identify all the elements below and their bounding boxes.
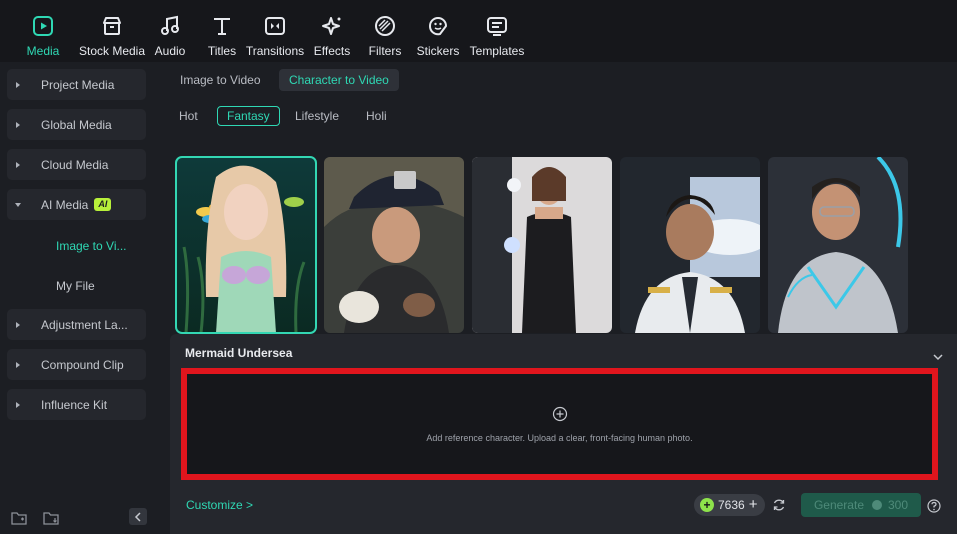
- sidebar-item-label: AI Media: [41, 197, 89, 212]
- music-note-icon: [158, 14, 182, 38]
- chevron-down-icon[interactable]: [933, 348, 943, 366]
- character-panel: Mermaid Undersea Add reference character…: [170, 334, 957, 534]
- firefighter-thumbnail[interactable]: [324, 157, 464, 333]
- stickers-tab-label: Stickers: [416, 44, 460, 58]
- upload-dropzone[interactable]: Add reference character. Upload a clear,…: [181, 368, 938, 480]
- category-holi[interactable]: Holi: [357, 106, 396, 126]
- sidebar-item-project-media[interactable]: Project Media: [7, 69, 146, 100]
- sidebar-footer: [0, 508, 158, 528]
- sidebar: Project Media Global Media Cloud Media A…: [0, 62, 158, 534]
- sidebar-item-cloud-media[interactable]: Cloud Media: [7, 149, 146, 180]
- sidebar-item-label: Compound Clip: [41, 357, 124, 372]
- filters-tab-label: Filters: [368, 44, 402, 58]
- stickers-tab[interactable]: Stickers: [416, 0, 460, 62]
- sidebar-item-label: Cloud Media: [41, 157, 109, 172]
- audio-tab[interactable]: Audio: [150, 0, 190, 62]
- templates-icon: [485, 14, 509, 38]
- sidebar-subitem-image-to-video[interactable]: Image to Vi...: [56, 239, 126, 253]
- cyborg-thumbnail[interactable]: [768, 157, 908, 333]
- audio-tab-label: Audio: [154, 44, 186, 58]
- media-tab[interactable]: Media: [21, 0, 65, 62]
- generate-cost: 300: [888, 498, 909, 512]
- main-content: Image to Video Character to Video Hot Fa…: [165, 62, 957, 534]
- ai-badge: AI: [94, 198, 112, 211]
- stock-media-icon: [100, 14, 124, 38]
- coin-icon: [872, 500, 882, 510]
- pilot-thumbnail[interactable]: [620, 157, 760, 333]
- expand-arrow-icon: [16, 161, 20, 168]
- titles-tab[interactable]: Titles: [205, 0, 239, 62]
- top-toolbar: Media Stock Media Audio Titles Transitio…: [0, 0, 957, 62]
- help-icon[interactable]: [927, 499, 941, 518]
- expand-arrow-icon: [16, 81, 20, 88]
- sidebar-item-influence-kit[interactable]: Influence Kit: [7, 389, 146, 420]
- stock-media-tab[interactable]: Stock Media: [74, 0, 150, 62]
- expand-arrow-icon: [16, 121, 20, 128]
- category-fantasy[interactable]: Fantasy: [217, 106, 280, 126]
- sidebar-item-label: Adjustment La...: [41, 317, 128, 332]
- credit-icon: +: [700, 498, 714, 512]
- sidebar-item-adjustment-layer[interactable]: Adjustment La...: [7, 309, 146, 340]
- media-tab-label: Media: [26, 44, 60, 58]
- expand-arrow-icon: [16, 361, 20, 368]
- effects-tab-label: Effects: [313, 44, 351, 58]
- transitions-tab[interactable]: Transitions: [244, 0, 306, 62]
- titles-tab-label: Titles: [207, 44, 237, 58]
- refresh-icon[interactable]: [772, 498, 786, 517]
- text-t-icon: [210, 14, 234, 38]
- sidebar-item-global-media[interactable]: Global Media: [7, 109, 146, 140]
- sidebar-item-label: Global Media: [41, 117, 112, 132]
- templates-tab[interactable]: Templates: [469, 0, 525, 62]
- category-lifestyle[interactable]: Lifestyle: [286, 106, 348, 126]
- media-icon: [31, 14, 55, 38]
- sparkle-icon: [320, 14, 344, 38]
- sidebar-item-ai-media[interactable]: AI Media AI: [7, 189, 146, 220]
- add-circle-icon[interactable]: [552, 406, 568, 427]
- filters-tab[interactable]: Filters: [367, 0, 403, 62]
- mermaid-thumbnail[interactable]: [175, 156, 317, 334]
- collapse-arrow-icon: [15, 202, 21, 207]
- generate-button[interactable]: Generate 300: [801, 493, 921, 517]
- customize-link[interactable]: Customize >: [186, 498, 253, 512]
- credits-value: 7636: [718, 498, 745, 512]
- expand-arrow-icon: [16, 321, 20, 328]
- templates-tab-label: Templates: [469, 44, 525, 58]
- chevron-left-icon: [134, 511, 141, 522]
- filter-icon: [373, 14, 397, 38]
- collapse-sidebar-button[interactable]: [129, 508, 147, 525]
- sticker-icon: [426, 14, 450, 38]
- transitions-icon: [263, 14, 287, 38]
- effects-tab[interactable]: Effects: [312, 0, 352, 62]
- transitions-tab-label: Transitions: [245, 44, 305, 58]
- model-thumbnail[interactable]: [472, 157, 612, 333]
- new-folder-icon[interactable]: [11, 511, 27, 530]
- generate-label: Generate: [813, 498, 864, 512]
- panel-title: Mermaid Undersea: [185, 346, 293, 360]
- dropzone-hint: Add reference character. Upload a clear,…: [426, 432, 693, 443]
- sidebar-item-compound-clip[interactable]: Compound Clip: [7, 349, 146, 380]
- tab-character-to-video[interactable]: Character to Video: [279, 69, 399, 91]
- category-hot[interactable]: Hot: [170, 106, 207, 126]
- credits-badge[interactable]: + 7636 +: [694, 494, 765, 516]
- expand-arrow-icon: [16, 401, 20, 408]
- sidebar-subitem-my-file[interactable]: My File: [56, 279, 95, 293]
- tab-image-to-video[interactable]: Image to Video: [170, 69, 271, 91]
- import-folder-icon[interactable]: [43, 511, 59, 530]
- add-credits-icon[interactable]: +: [749, 497, 758, 512]
- sidebar-item-label: Influence Kit: [41, 397, 108, 412]
- stock-media-tab-label: Stock Media: [78, 44, 146, 58]
- sidebar-item-label: Project Media: [41, 77, 115, 92]
